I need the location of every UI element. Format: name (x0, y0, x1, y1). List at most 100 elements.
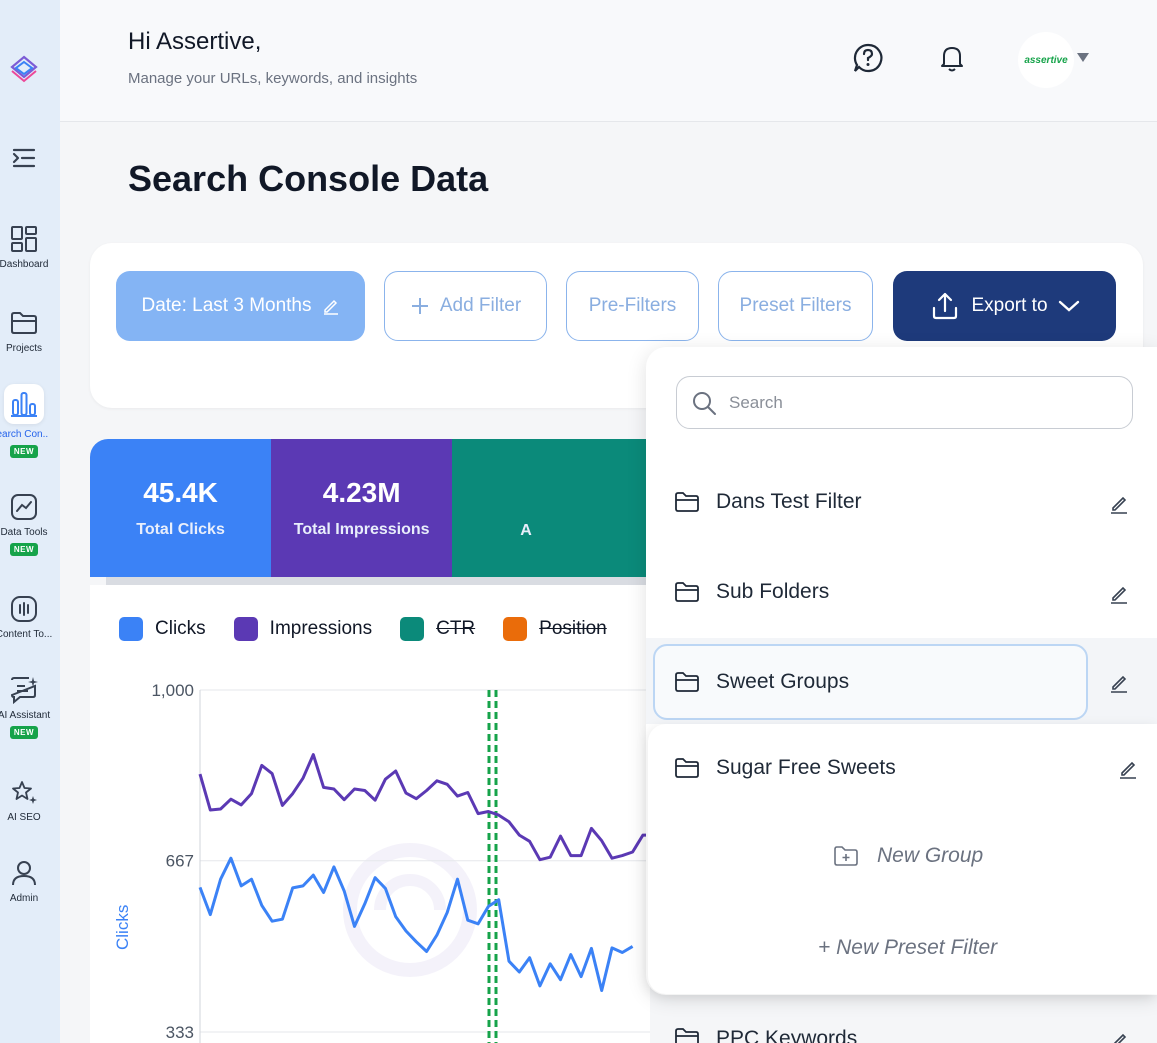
date-marker (487, 690, 498, 1043)
y-axis-title: Clicks (113, 905, 132, 950)
sidebar-item-projects[interactable]: Projects (0, 308, 54, 354)
trend-icon (9, 492, 39, 522)
avatar[interactable]: assertive (1018, 32, 1074, 88)
add-filter-button[interactable]: Add Filter (384, 271, 547, 341)
header-subtitle: Manage your URLs, keywords, and insights (128, 70, 418, 87)
chevron-down-icon (1058, 300, 1079, 312)
legend-swatch (119, 617, 143, 641)
new-badge: NEW (9, 726, 39, 739)
line-chart: 1,000 667 333 Clicks (113, 681, 650, 1043)
sidebar-item-ai-assistant[interactable]: AI Assistant NEW (0, 675, 54, 739)
stat-value: 45.4K (143, 477, 218, 508)
user-icon (9, 858, 39, 888)
sidebar-item-label: Admin (9, 893, 39, 904)
legend-impressions[interactable]: Impressions (233, 617, 373, 641)
new-group-button[interactable]: New Group (833, 844, 983, 868)
legend-label: CTR (436, 618, 476, 639)
new-badge: NEW (9, 543, 39, 556)
pre-filters-button[interactable]: Pre-Filters (566, 271, 699, 341)
dropdown-item-sub-folders[interactable]: Sub Folders (674, 580, 829, 604)
page-title: Search Console Data (128, 158, 489, 199)
greeting: Hi Assertive, (128, 28, 262, 55)
stat-label: A (520, 521, 532, 539)
edit-icon (323, 299, 338, 315)
stars-icon (9, 777, 39, 807)
sidebar-item-label: AI SEO (7, 812, 41, 823)
chevron-down-icon[interactable] (1077, 53, 1089, 62)
legend-label: Impressions (269, 618, 373, 639)
sidebar-item-label: Dashboard (0, 259, 49, 270)
upload-icon (933, 292, 958, 320)
add-filter-label: Add Filter (439, 295, 522, 316)
edit-icon[interactable] (1109, 494, 1129, 514)
date-filter-label: Date: Last 3 Months (141, 295, 312, 316)
audio-bars-icon (9, 594, 39, 624)
edit-icon[interactable] (1109, 1031, 1129, 1043)
legend-swatch (503, 617, 528, 641)
dropdown-item-sugar-free-sweets[interactable]: Sugar Free Sweets (674, 756, 896, 780)
sidebar-item-admin[interactable]: Admin (0, 858, 54, 904)
search-icon (693, 391, 716, 415)
y-tick-label: 1,000 (151, 681, 194, 700)
stat-label: Total Clicks (136, 521, 225, 538)
pre-filters-label: Pre-Filters (588, 295, 677, 316)
bell-icon[interactable] (936, 42, 968, 74)
legend-clicks[interactable]: Clicks (119, 617, 206, 641)
dropdown-item-sweet-groups[interactable]: Sweet Groups (674, 670, 849, 694)
date-filter-button[interactable]: Date: Last 3 Months (116, 271, 365, 341)
stat-label: Total Impressions (293, 521, 430, 538)
stat-total-clicks[interactable]: 45.4K Total Clicks (90, 439, 272, 577)
sidebar-item-data-tools[interactable]: Data Tools NEW (0, 492, 54, 556)
stat-total-impressions[interactable]: 4.23M Total Impressions (271, 439, 453, 577)
dropdown-item-label: Sub Folders (716, 580, 830, 603)
sidebar-item-search-console[interactable]: Search Con.. NEW (0, 384, 48, 458)
dropdown-item-ppc-keywords[interactable]: PPC Keywords (674, 1027, 857, 1043)
sidebar-item-label: Projects (5, 343, 43, 354)
dropdown-item-dans-test-filter[interactable]: Dans Test Filter (674, 490, 862, 514)
y-tick-label: 667 (166, 852, 194, 871)
stats-row: 45.4K Total Clicks 4.23M Total Impressio… (90, 439, 650, 577)
app-logo-icon[interactable] (8, 54, 40, 86)
sidebar: Dashboard Projects Search Con.. NEW Data… (0, 0, 60, 1043)
stats-scrollbar[interactable] (106, 577, 650, 585)
folder-icon (675, 1028, 699, 1043)
dropdown-item-label: PPC Keywords (716, 1027, 858, 1043)
export-button[interactable]: Export to (893, 271, 1116, 341)
menu-collapse-icon[interactable] (11, 146, 37, 170)
y-tick-label: 333 (166, 1023, 194, 1042)
sidebar-item-ai-seo[interactable]: AI SEO (0, 777, 54, 823)
dashboard-icon (9, 224, 39, 254)
bar-chart-icon (4, 384, 44, 424)
chat-sparkle-icon (9, 675, 39, 705)
edit-icon[interactable] (1109, 584, 1129, 604)
legend-swatch (233, 617, 258, 641)
folder-icon (675, 582, 699, 602)
dropdown-search[interactable] (676, 376, 1133, 429)
legend-position[interactable]: Position (503, 617, 607, 641)
preset-filters-button[interactable]: Preset Filters (718, 271, 873, 341)
folder-icon (9, 308, 39, 338)
edit-icon[interactable] (1118, 759, 1138, 779)
legend-swatch (400, 617, 425, 641)
search-input[interactable] (729, 392, 1109, 413)
legend-label: Position (539, 618, 607, 639)
sidebar-item-content-tools[interactable]: Content To... (0, 594, 54, 640)
help-icon[interactable] (852, 42, 884, 74)
legend-ctr[interactable]: CTR (400, 617, 475, 641)
sidebar-item-label: Content To... (0, 629, 53, 640)
folder-icon (675, 492, 699, 512)
folder-icon (675, 758, 699, 778)
series-line-impressions (198, 753, 650, 862)
edit-icon[interactable] (1109, 673, 1129, 693)
sidebar-item-label: Search Con.. (0, 429, 49, 440)
sidebar-item-label: AI Assistant (0, 710, 51, 721)
chart-legend: Clicks Impressions CTR Position (119, 617, 607, 641)
new-preset-filter-button[interactable]: + New Preset Filter (818, 936, 997, 960)
top-header: Hi Assertive, Manage your URLs, keywords… (60, 0, 1157, 122)
stat-ctr[interactable]: A (452, 439, 650, 577)
watermark-logo-icon (343, 843, 478, 977)
folder-plus-icon (834, 846, 858, 866)
legend-label: Clicks (155, 618, 206, 639)
sidebar-item-label: Data Tools (0, 527, 48, 538)
sidebar-item-dashboard[interactable]: Dashboard (0, 224, 54, 270)
